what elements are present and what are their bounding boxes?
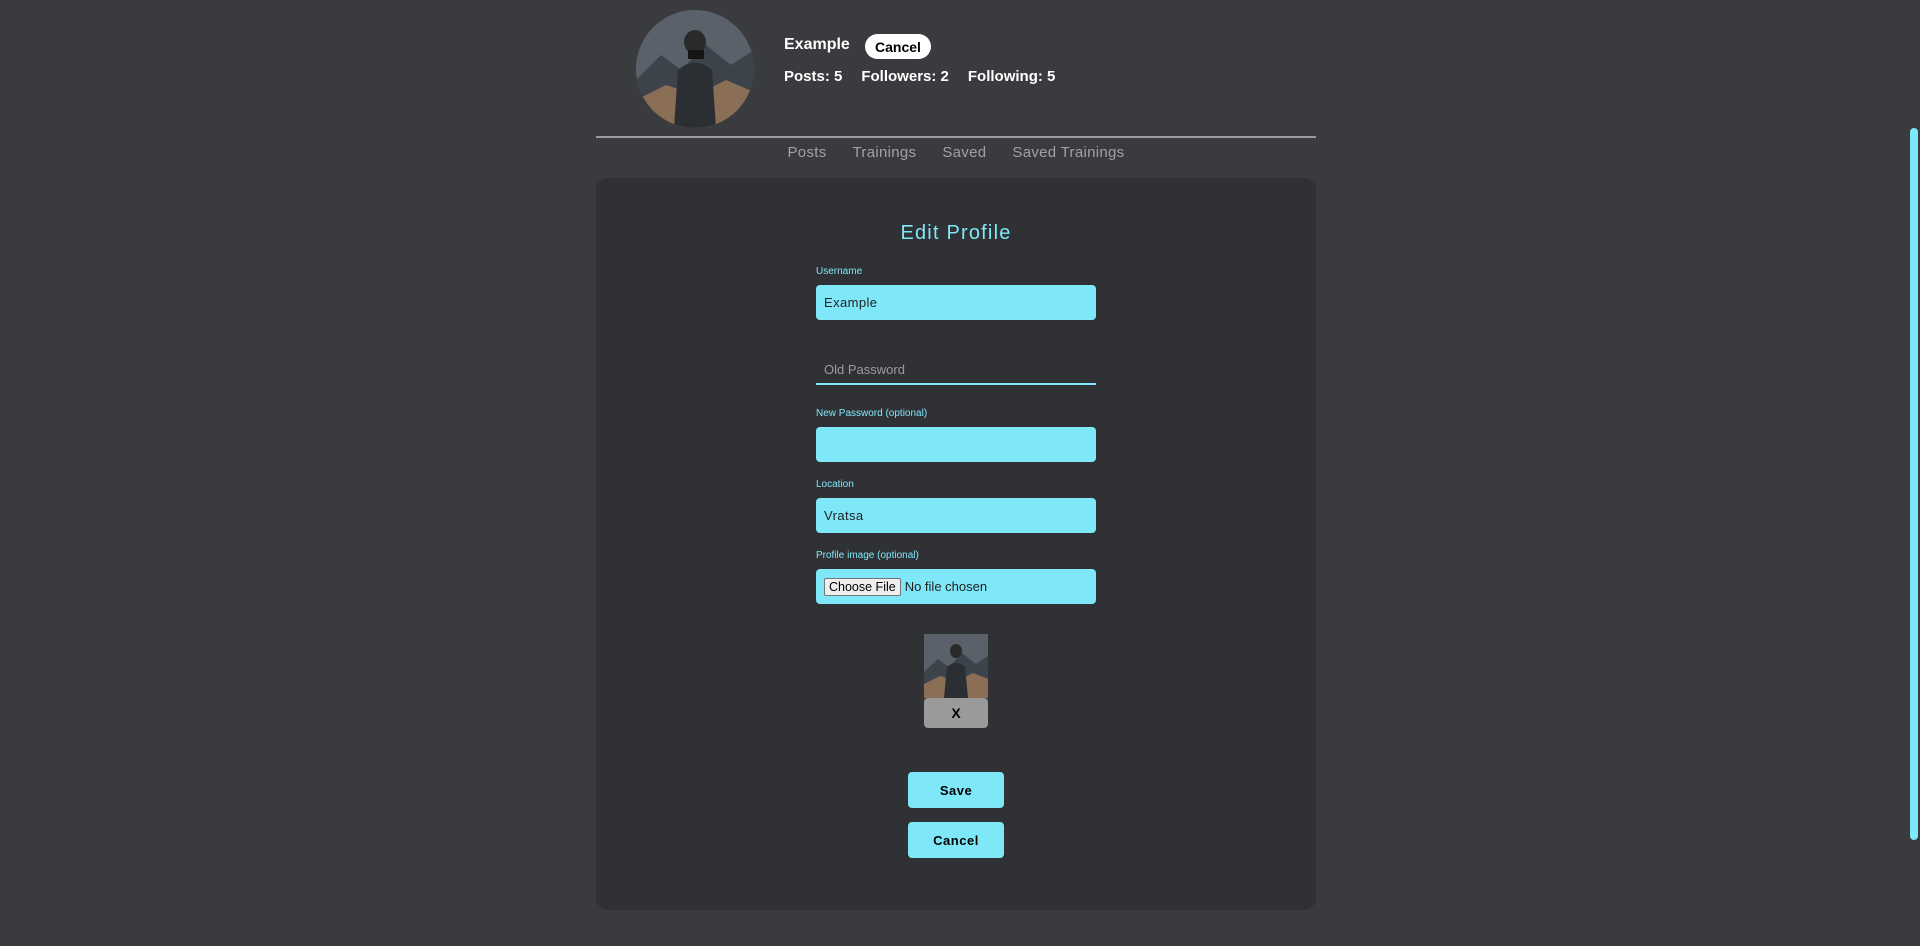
profile-stats: Posts: 5 Followers: 2 Following: 5 (784, 68, 1055, 85)
old-password-input[interactable] (816, 355, 1096, 385)
new-password-input[interactable] (816, 427, 1096, 462)
tab-trainings[interactable]: Trainings (853, 144, 917, 161)
username-label: Username (816, 266, 863, 277)
tab-saved[interactable]: Saved (942, 144, 986, 161)
profile-username: Example (784, 36, 850, 53)
image-preview-icon (924, 634, 988, 698)
file-status-text: No file chosen (904, 579, 988, 594)
profile-tabs: Posts Trainings Saved Saved Trainings (596, 144, 1316, 161)
posts-count: Posts: 5 (784, 68, 843, 85)
save-button[interactable]: Save (908, 772, 1004, 808)
avatar (636, 10, 754, 128)
profile-image-preview (924, 634, 988, 698)
new-password-label: New Password (optional) (816, 408, 928, 419)
location-input[interactable] (816, 498, 1096, 533)
profile-image-file-input[interactable]: Choose File No file chosen (816, 569, 1096, 604)
location-label: Location (816, 479, 854, 490)
header-cancel-button[interactable]: Cancel (865, 34, 931, 59)
following-count: Following: 5 (967, 68, 1056, 85)
choose-file-button[interactable]: Choose File (824, 577, 901, 596)
header-divider (596, 136, 1316, 138)
profile-image-label: Profile image (optional) (816, 550, 919, 561)
tab-saved-trainings[interactable]: Saved Trainings (1012, 144, 1124, 161)
page-title: Edit Profile (900, 222, 1012, 244)
tab-posts[interactable]: Posts (788, 144, 827, 161)
scrollbar-thumb[interactable] (1910, 128, 1918, 840)
username-input[interactable] (816, 285, 1096, 320)
cancel-button[interactable]: Cancel (908, 822, 1004, 858)
scrollbar[interactable] (1908, 0, 1920, 946)
remove-image-button[interactable]: X (924, 698, 988, 728)
edit-profile-card: Edit Profile Username New Password (opti… (596, 178, 1316, 910)
followers-count: Followers: 2 (861, 68, 949, 85)
avatar-photo-icon (636, 10, 754, 128)
profile-header: Example Cancel Posts: 5 Followers: 2 Fol… (596, 0, 1316, 138)
